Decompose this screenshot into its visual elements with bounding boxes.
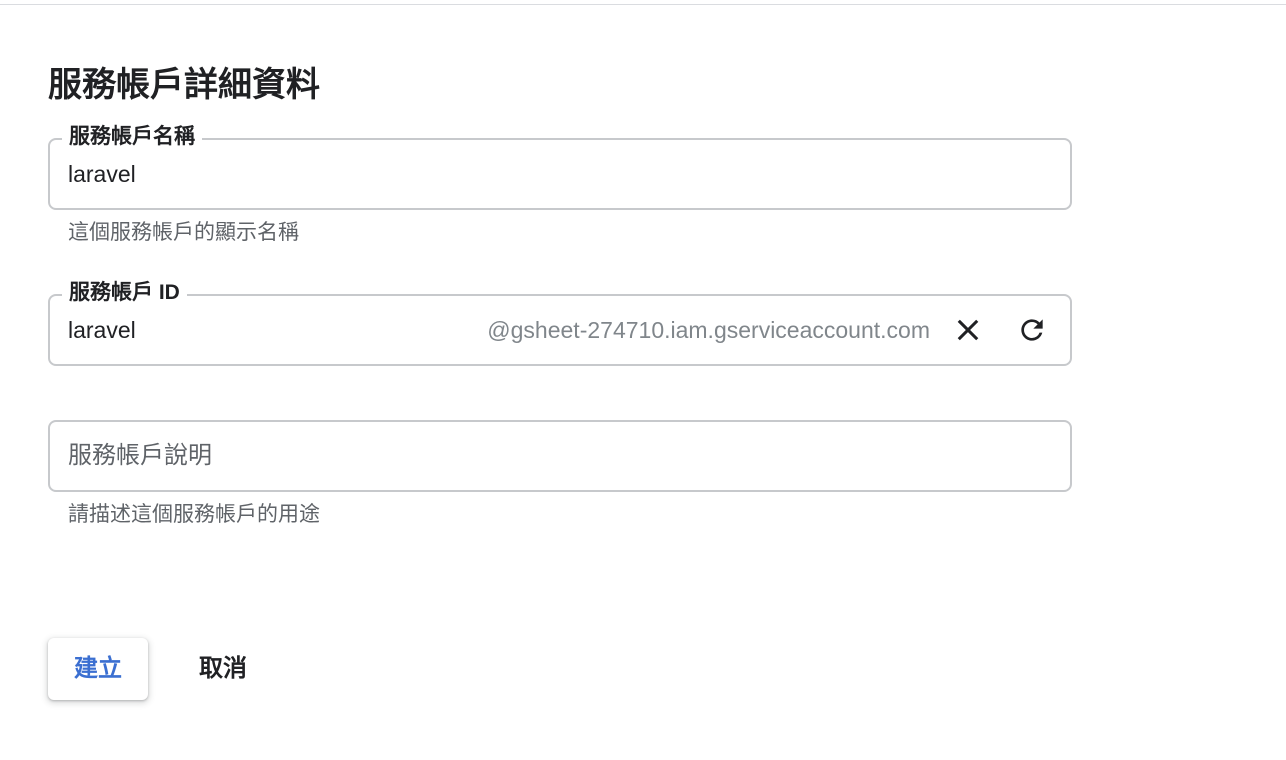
- regenerate-id-button[interactable]: [1010, 308, 1054, 352]
- service-account-description-helper: 請描述這個服務帳戶的用途: [68, 503, 320, 526]
- top-divider: [0, 4, 1286, 5]
- service-account-name-input[interactable]: [68, 138, 408, 210]
- refresh-icon: [1021, 319, 1043, 341]
- create-button[interactable]: 建立: [48, 638, 148, 700]
- page-title: 服務帳戶詳細資料: [48, 66, 320, 104]
- clear-id-button[interactable]: [946, 308, 990, 352]
- close-icon: [957, 319, 979, 341]
- cancel-button[interactable]: 取消: [178, 638, 268, 700]
- service-account-id-domain-suffix: @gsheet-274710.iam.gserviceaccount.com: [487, 317, 930, 343]
- service-account-id-input[interactable]: [68, 294, 408, 366]
- service-account-name-helper: 這個服務帳戶的顯示名稱: [68, 221, 299, 244]
- service-account-description-placeholder: 服務帳戶說明: [68, 442, 212, 469]
